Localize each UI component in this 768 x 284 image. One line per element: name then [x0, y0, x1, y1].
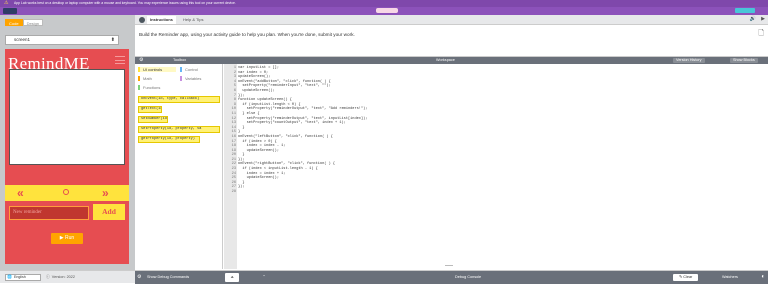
gear-icon[interactable]: ⚙ — [139, 57, 143, 64]
show-blocks-button[interactable]: Show Blocks — [730, 58, 758, 63]
code-text: updateScreen(); — [238, 148, 279, 153]
menu-icon[interactable] — [115, 56, 125, 64]
code-text: } — [238, 130, 241, 135]
show-debug-commands-button[interactable]: Show Debug Commands — [143, 274, 193, 281]
watchers-label: Watchers — [722, 275, 738, 279]
code-lines[interactable]: 1 var inputList = []; 2 var index = 0; 3 upda… — [227, 66, 368, 195]
code-text: function updateScreen() { — [238, 98, 292, 103]
code-text: updateScreen(); — [238, 75, 271, 80]
code-text: if (index > 0) { — [238, 139, 277, 144]
debug-bar: ⚙ Show Debug Commands ⏶ ⌃ Debug Console … — [135, 271, 768, 284]
toolbox-label: Toolbox — [173, 58, 187, 62]
debug-console-label: Debug Console — [455, 275, 482, 279]
document-icon[interactable]: 🗋 — [758, 29, 764, 40]
tab-help-tips[interactable]: Help & Tips — [183, 16, 203, 24]
project-name-pill[interactable] — [376, 8, 398, 13]
line-number: 28 — [231, 190, 236, 195]
toolbox-block[interactable]: getProperty(id, property) — [138, 136, 200, 143]
instructions-text: Build the Reminder app, using your activ… — [139, 32, 355, 37]
toolbox-block[interactable]: getText(id) — [138, 106, 162, 113]
screen-select-value: screen1 — [14, 37, 31, 42]
code-line[interactable]: 28 — [227, 190, 367, 195]
screen-select[interactable]: screen1 ⬍ — [5, 35, 119, 45]
code-text: var index = 0; — [238, 70, 269, 75]
right-button[interactable]: » — [102, 186, 109, 200]
app-preview-panel: Code Design screen1 ⬍ RemindME « » New r… — [0, 15, 135, 270]
version-label: Version: 2022 — [46, 274, 75, 281]
code-text: setProperty("reminderInput", "text", "")… — [238, 84, 331, 89]
reminder-output — [9, 69, 125, 165]
collapse-watchers-icon[interactable]: ◐ — [761, 271, 765, 284]
banner-text: App Lab works best on a desktop or lapto… — [14, 1, 236, 5]
code-mode-button[interactable]: Code — [5, 19, 23, 26]
code-text: }); — [238, 185, 245, 190]
collapse-icon[interactable]: ▶ — [761, 16, 765, 22]
left-button[interactable]: « — [17, 186, 24, 200]
toolbox-block[interactable]: setProperty(id, property, va — [138, 126, 220, 133]
run-label: Run — [65, 235, 75, 241]
clear-button[interactable]: ✎ Clear — [673, 274, 699, 281]
code-text: } else { — [238, 111, 260, 116]
instructions-panel: Instructions Help & Tips 🔊 ▶ Build the R… — [135, 15, 768, 57]
finish-button[interactable] — [735, 8, 755, 13]
code-text: setProperty("reminderOutput", "text", "A… — [238, 107, 368, 112]
code-text: setProperty("reminderOutput", "text", in… — [238, 116, 368, 121]
code-editor[interactable]: 1 var inputList = []; 2 var index = 0; 3 upda… — [224, 64, 768, 269]
count-output — [63, 189, 69, 195]
instructions-tabs: Instructions Help & Tips 🔊 ▶ — [135, 15, 768, 25]
reminder-input[interactable]: New reminder — [9, 206, 89, 220]
workspace-label: Workspace — [436, 58, 455, 62]
code-text: }); — [238, 93, 245, 98]
workspace-header: ⚙ Toolbox Workspace Version History Show… — [135, 57, 768, 64]
instructions-icon — [139, 17, 145, 23]
top-header: ⚠ App Lab works best on a desktop or lap… — [0, 0, 768, 15]
code-text: onEvent("leftButton", "click", function(… — [238, 134, 333, 139]
device-warning-banner: ⚠ App Lab works best on a desktop or lap… — [0, 0, 768, 7]
version-history-button[interactable]: Version History — [673, 58, 705, 63]
toolbox-block[interactable]: setNumber(id) — [138, 116, 168, 123]
clear-label: Clear — [683, 275, 693, 279]
warning-icon: ⚠ — [4, 0, 9, 6]
code-text: var inputList = []; — [238, 66, 279, 70]
add-button[interactable]: Add — [93, 204, 125, 220]
step-icon[interactable]: ⏶ — [225, 273, 239, 282]
chevron-down-icon: ⬍ — [110, 37, 115, 43]
category-math[interactable]: Math — [138, 76, 176, 81]
toolbox-block[interactable]: onEvent(id, type, callback) — [138, 96, 220, 103]
mode-toggle: Code Design — [5, 19, 44, 26]
category-control[interactable]: Control — [180, 67, 218, 72]
bottom-bar: English Version: 2022 ⚙ Show Debug Comma… — [0, 270, 768, 284]
code-text: } — [238, 153, 245, 158]
category-ui-controls[interactable]: UI controls — [138, 67, 176, 72]
navigation-bar: « » — [5, 185, 129, 201]
tab-instructions[interactable]: Instructions — [147, 16, 176, 24]
resize-handle[interactable] — [445, 265, 453, 266]
language-select[interactable]: English — [5, 274, 41, 281]
category-variables[interactable]: Variables — [180, 76, 218, 81]
code-text: updateScreen(); — [238, 88, 275, 93]
category-functions[interactable]: Functions — [138, 85, 176, 90]
code-text: index = index - 1; — [238, 144, 286, 149]
code-text: setProperty("countOutput", "text", index… — [238, 121, 346, 126]
app-screen: RemindME « » New reminder Add — [5, 49, 129, 264]
code-text: onEvent("rightButton", "click", function… — [238, 162, 336, 167]
toolbox: UI controls Control Math Variables Funct… — [135, 64, 223, 269]
code-text: if (index < inputList.length - 1) { — [238, 167, 318, 172]
design-mode-button[interactable]: Design — [22, 19, 44, 26]
speaker-icon[interactable]: 🔊 — [750, 16, 756, 22]
code-text: updateScreen(); — [238, 176, 279, 181]
code-org-logo[interactable] — [3, 8, 17, 14]
run-button[interactable]: ▶ Run — [51, 233, 83, 244]
debug-gear-icon[interactable]: ⚙ — [137, 271, 141, 284]
debug-arrow-icon[interactable]: ⌃ — [257, 273, 271, 282]
